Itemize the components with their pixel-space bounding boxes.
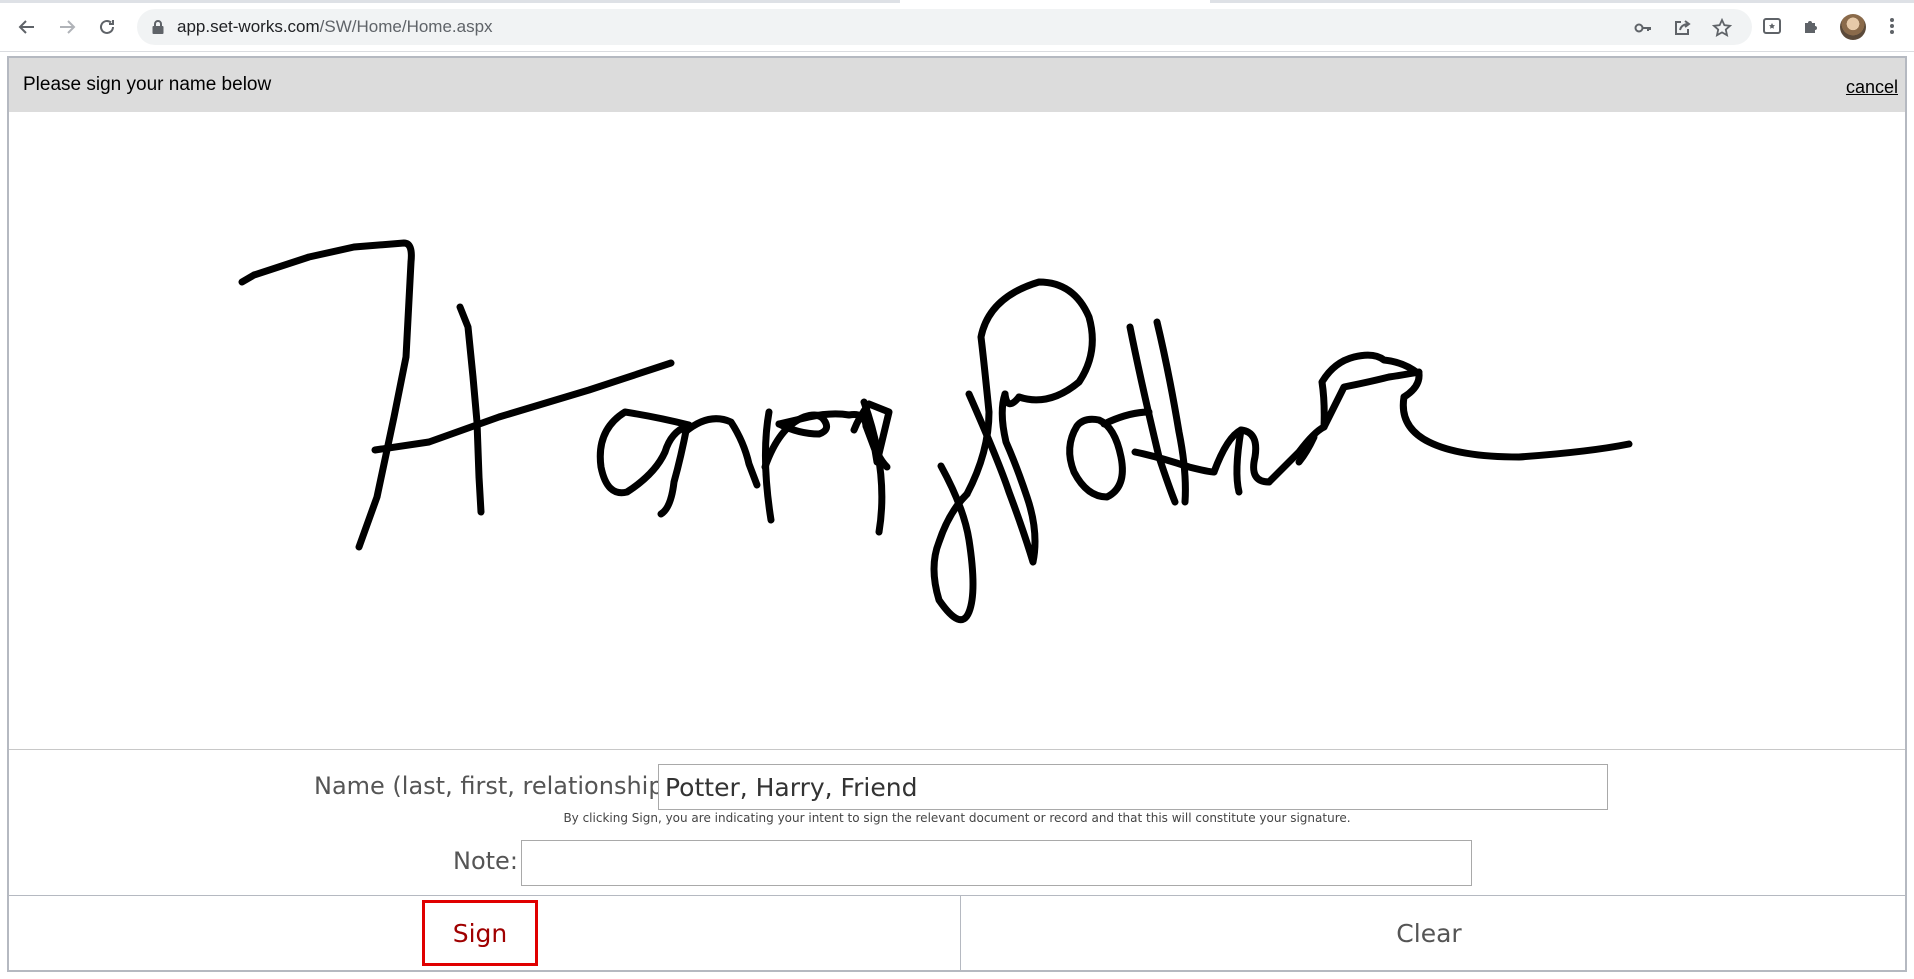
tab-strip-edge [0,0,900,3]
note-label: Note: [453,847,518,875]
star-icon[interactable] [1712,18,1732,38]
back-arrow-icon[interactable] [14,14,40,40]
avatar[interactable] [1840,14,1866,40]
reload-icon[interactable] [94,14,120,40]
forward-arrow-icon[interactable] [54,14,80,40]
reading-mode-icon[interactable] [1760,14,1784,38]
note-input[interactable] [521,840,1472,886]
sign-button[interactable]: Sign [422,900,538,966]
cancel-link[interactable]: cancel [1846,77,1898,98]
url-text[interactable]: app.set-works.com/SW/Home/Home.aspx [177,9,493,45]
button-divider [960,896,961,972]
kebab-menu-icon[interactable] [1880,14,1904,38]
clear-button[interactable]: Clear [1309,900,1549,966]
dialog-button-row: Sign Clear [9,895,1905,972]
signature-pad[interactable] [9,112,1905,750]
address-bar[interactable]: app.set-works.com/SW/Home/Home.aspx [137,9,1752,45]
share-icon[interactable] [1672,18,1692,38]
tab-strip-edge [1210,0,1914,3]
dialog-title: Please sign your name below [23,74,272,95]
name-label: Name (last, first, relationship): [314,772,682,800]
url-path: /SW/Home/Home.aspx [319,17,493,36]
lock-icon[interactable] [151,19,165,40]
browser-toolbar: app.set-works.com/SW/Home/Home.aspx [0,0,1914,52]
url-domain: app.set-works.com [177,17,320,36]
name-input[interactable] [658,764,1608,810]
signature-drawing [238,239,1633,624]
key-icon[interactable] [1633,18,1653,38]
signature-dialog: Please sign your name below cancel Name … [7,56,1907,972]
signature-disclaimer: By clicking Sign, you are indicating you… [563,811,1351,825]
dialog-header: Please sign your name below cancel [9,58,1905,112]
puzzle-icon[interactable] [1800,14,1824,38]
